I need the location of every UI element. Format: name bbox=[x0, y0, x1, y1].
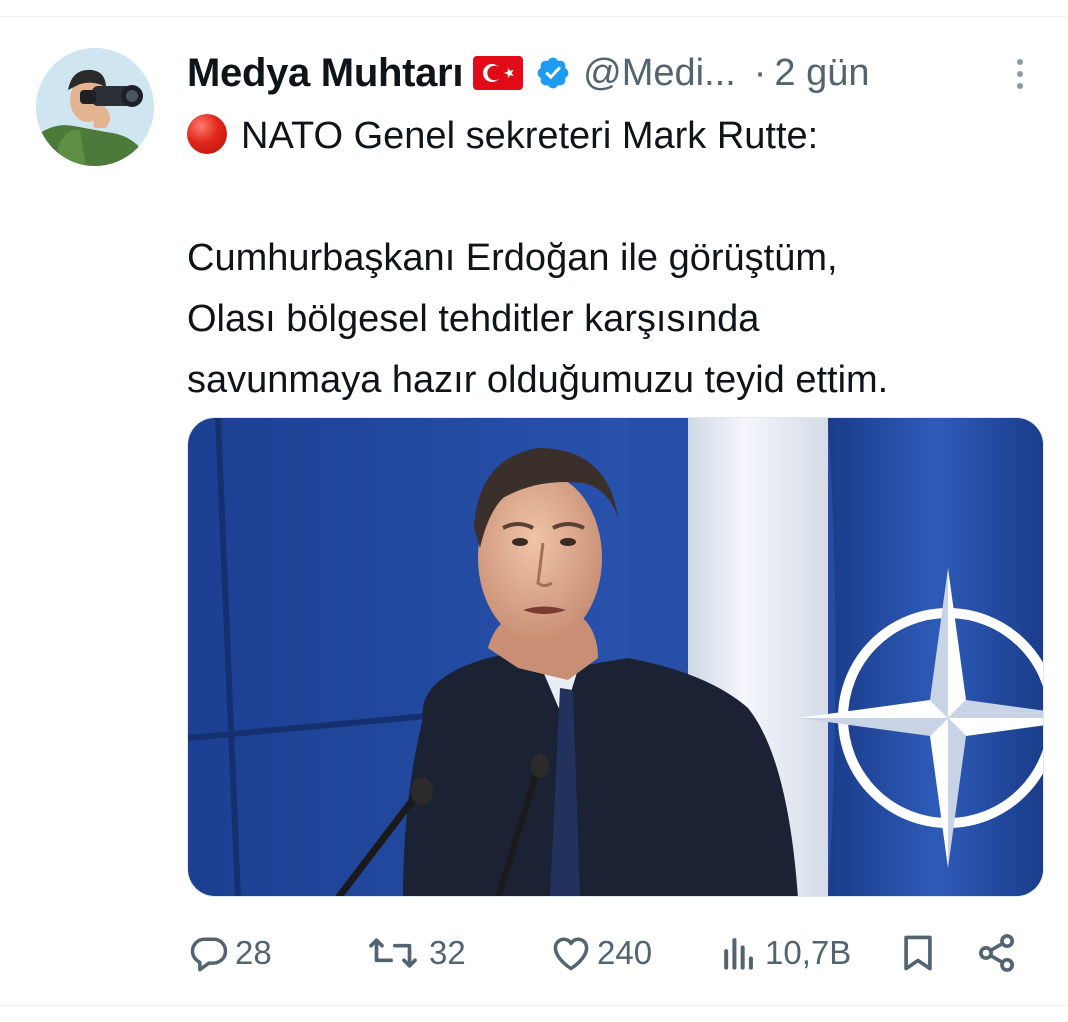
bookmark-icon bbox=[896, 931, 940, 975]
bottom-divider bbox=[0, 1005, 1068, 1006]
views-button[interactable]: 10,7B bbox=[717, 925, 851, 981]
tweet-line-4: savunmaya hazır olduğumuzu teyid ettim. bbox=[187, 359, 889, 401]
top-divider bbox=[0, 16, 1068, 17]
more-options-icon[interactable] bbox=[1008, 52, 1032, 96]
retweet-button[interactable]: 32 bbox=[361, 925, 466, 981]
tweet-text: NATO Genel sekreteri Mark Rutte: Cumhurb… bbox=[187, 106, 1047, 411]
heart-icon bbox=[549, 931, 593, 975]
author-avatar[interactable] bbox=[36, 48, 154, 166]
tweet-line-1-text: NATO Genel sekreteri Mark Rutte: bbox=[241, 115, 819, 157]
like-button[interactable]: 240 bbox=[549, 925, 652, 981]
retweet-icon bbox=[361, 931, 425, 975]
tweet-page: Medya Muhtarı @Medi... · 2 gün NATO Gene… bbox=[0, 0, 1068, 1022]
like-count: 240 bbox=[597, 934, 653, 971]
red-circle-icon bbox=[187, 114, 227, 154]
reply-button[interactable]: 28 bbox=[187, 925, 272, 981]
tweet-header: Medya Muhtarı @Medi... · 2 gün bbox=[187, 46, 1032, 100]
tweet-line-3: Olası bölgesel tehditler karşısında bbox=[187, 298, 760, 340]
views-icon bbox=[717, 931, 761, 975]
tweet-line-2: Cumhurbaşkanı Erdoğan ile görüştüm, bbox=[187, 237, 838, 279]
author-handle[interactable]: @Medi... bbox=[583, 52, 736, 95]
separator-dot: · bbox=[753, 51, 767, 94]
verified-badge-icon[interactable] bbox=[535, 55, 571, 91]
reply-count: 28 bbox=[235, 934, 272, 971]
tweet-line-1: NATO Genel sekreteri Mark Rutte: bbox=[187, 106, 1047, 167]
bookmark-button[interactable] bbox=[896, 925, 940, 981]
share-button[interactable] bbox=[975, 925, 1019, 981]
share-icon bbox=[975, 931, 1019, 975]
turkey-flag-icon bbox=[473, 56, 524, 90]
views-count: 10,7B bbox=[765, 934, 852, 971]
author-name[interactable]: Medya Muhtarı bbox=[187, 51, 463, 96]
reply-icon bbox=[187, 931, 231, 975]
tweet-time[interactable]: 2 gün bbox=[774, 52, 869, 95]
tweet-photo[interactable] bbox=[187, 417, 1044, 897]
retweet-count: 32 bbox=[429, 934, 466, 971]
tweet-actions: 28 32 240 10,7B bbox=[187, 925, 1032, 981]
